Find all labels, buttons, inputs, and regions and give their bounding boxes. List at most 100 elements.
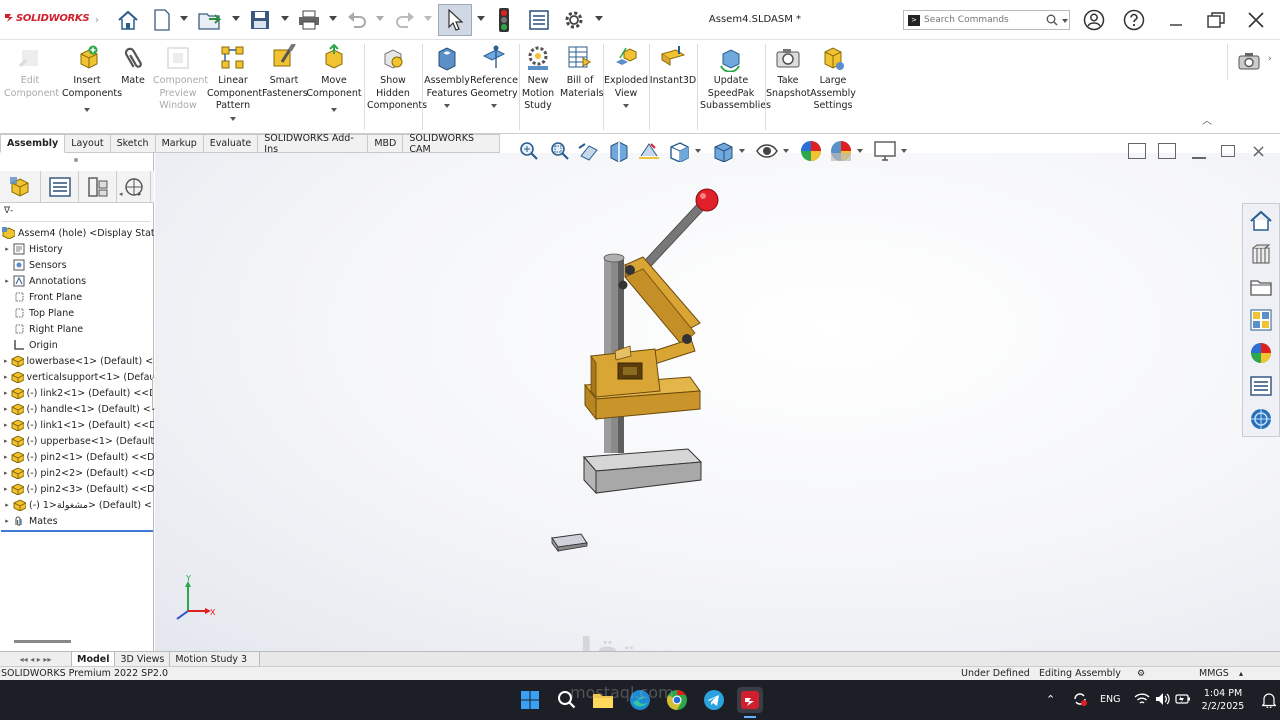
volume-icon[interactable]	[1155, 692, 1171, 709]
apply-scene-icon[interactable]	[827, 138, 855, 164]
tree-item[interactable]: ▸ (-) link1<1> (Default) <<D	[0, 417, 154, 433]
input-language-indicator[interactable]: ENG	[1100, 694, 1120, 705]
redo-dropdown-arrow[interactable]	[424, 16, 432, 21]
view-orientation-icon[interactable]	[665, 138, 693, 164]
collapse-ribbon-chevron-icon[interactable]: ︿	[1202, 112, 1212, 127]
viewport-tile-button[interactable]	[1128, 143, 1146, 159]
tab-scroll-buttons[interactable]: ◂◂ ◂ ▸ ▸▸	[0, 652, 72, 666]
assembly-features-dropdown-arrow[interactable]	[444, 104, 450, 108]
exploded-view-button[interactable]: Exploded View	[604, 44, 648, 108]
viewport-close-icon[interactable]: ×	[1251, 141, 1266, 162]
tree-item[interactable]: ▸ Annotations	[0, 273, 154, 289]
redo-button[interactable]	[392, 6, 418, 34]
edge-browser-icon[interactable]	[628, 688, 652, 712]
expand-arrow-icon[interactable]: ▸	[4, 277, 10, 285]
expand-arrow-icon[interactable]: ▸	[4, 389, 8, 397]
file-explorer-icon[interactable]	[1247, 273, 1275, 301]
exploded-view-dropdown-arrow[interactable]	[623, 104, 629, 108]
options-dropdown-arrow[interactable]	[595, 16, 603, 21]
tree-item[interactable]: Sensors	[0, 257, 154, 273]
taskbar-search-icon[interactable]	[555, 688, 579, 712]
tree-item[interactable]: ▸ (-) pin2<3> (Default) <<De	[0, 481, 154, 497]
feature-manager-tab[interactable]	[0, 171, 41, 203]
open-dropdown-arrow[interactable]	[232, 16, 240, 21]
apply-scene-dropdown-arrow[interactable]	[857, 149, 863, 153]
design-library-icon[interactable]	[1247, 240, 1275, 268]
search-icon[interactable]	[1046, 14, 1058, 29]
solidworks-taskbar-icon[interactable]	[737, 687, 763, 713]
tree-item[interactable]: ▸ (-) link2<1> (Default) <<D	[0, 385, 154, 401]
windows-start-icon[interactable]	[518, 688, 542, 712]
model-canvas[interactable]: Y X	[155, 153, 1280, 651]
horizontal-scrollbar-thumb[interactable]	[14, 640, 71, 643]
tab-solidworks-addins[interactable]: SOLIDWORKS Add-Ins	[258, 133, 369, 155]
sync-status-icon[interactable]	[1072, 691, 1088, 710]
expand-arrow-icon[interactable]: ▸	[4, 437, 8, 445]
smart-fasteners-button[interactable]: Smart Fasteners	[262, 44, 308, 100]
rebuild-status-icon[interactable]: ⚙	[1137, 669, 1199, 679]
minimize-window-button[interactable]	[1163, 8, 1189, 32]
link1-part[interactable]	[624, 256, 701, 347]
tree-root-assembly[interactable]: Assem4 (hole) <Display State-	[0, 225, 154, 241]
new-dropdown-arrow[interactable]	[180, 16, 188, 21]
tree-item[interactable]: ▸ verticalsupport<1> (Defaul	[0, 369, 154, 385]
upperbase-part[interactable]	[584, 345, 701, 421]
panel-grip-dot[interactable]	[74, 158, 78, 162]
show-hidden-components-button[interactable]: Show Hidden Components	[366, 44, 427, 113]
edit-component-button[interactable]: Edit Component	[4, 44, 59, 100]
tab-mbd[interactable]: MBD	[368, 134, 404, 153]
restore-window-button[interactable]	[1203, 8, 1229, 32]
tree-item[interactable]: ▸ (-) pin2<2> (Default) <<De	[0, 465, 154, 481]
undo-dropdown-arrow[interactable]	[376, 16, 384, 21]
tab-scroll-left-arrow[interactable]: ◂	[119, 190, 123, 198]
logo-menu-arrow[interactable]: ›	[94, 6, 100, 34]
tree-item[interactable]: ▸ (-) handle<1> (Default) <<	[0, 401, 154, 417]
search-dropdown-arrow[interactable]	[1062, 19, 1068, 23]
configuration-manager-tab[interactable]	[79, 171, 117, 203]
close-window-button[interactable]	[1243, 8, 1269, 32]
bill-of-materials-button[interactable]: Bill of Materials	[558, 44, 604, 100]
display-style-icon[interactable]	[709, 138, 737, 164]
viewport-minimize-button[interactable]	[1192, 157, 1206, 159]
expand-arrow-icon[interactable]: ▸	[4, 453, 8, 461]
tree-item[interactable]: ▸ History	[0, 241, 154, 257]
update-speedpak-button[interactable]: Update SpeedPak Subassemblies	[698, 44, 771, 113]
large-assembly-settings-button[interactable]: Large Assembly Settings	[810, 44, 856, 113]
component-preview-window-button[interactable]: Component Preview Window	[150, 44, 208, 113]
zoom-to-fit-icon[interactable]	[515, 138, 543, 164]
file-explorer-folder-icon[interactable]	[591, 688, 615, 712]
units-dropdown-arrow[interactable]: ▴	[1239, 669, 1251, 678]
tab-solidworks-cam[interactable]: SOLIDWORKS CAM	[403, 133, 500, 155]
units-system-selector[interactable]: MMGS	[1199, 668, 1239, 679]
expand-arrow-icon[interactable]: ▸	[4, 501, 10, 509]
search-input[interactable]	[924, 15, 1044, 25]
tab-motion-study-3[interactable]: Motion Study 3	[170, 652, 261, 666]
insert-components-dropdown-arrow[interactable]	[84, 108, 90, 112]
solidworks-forum-icon[interactable]	[1247, 405, 1275, 433]
graphics-area[interactable]: Y X × مستقل	[155, 141, 1280, 674]
help-icon[interactable]	[1121, 8, 1147, 32]
battery-icon[interactable]	[1175, 692, 1191, 709]
previous-view-icon[interactable]	[575, 138, 603, 164]
save-dropdown-arrow[interactable]	[281, 16, 289, 21]
tab-evaluate[interactable]: Evaluate	[203, 134, 259, 153]
lowerbase-part[interactable]	[582, 448, 703, 495]
tab-3d-views[interactable]: 3D Views	[115, 652, 171, 666]
dimxpert-tab[interactable]: ◂ ▸	[117, 171, 151, 203]
tab-scroll-right-arrow[interactable]: ▸	[138, 190, 142, 198]
loose-part[interactable]	[551, 533, 588, 553]
expand-arrow-icon[interactable]: ▸	[4, 373, 8, 381]
expand-arrow-icon[interactable]: ▸	[4, 517, 10, 525]
linear-pattern-dropdown-arrow[interactable]	[230, 116, 236, 121]
camera-flyout-button[interactable]: ›	[1227, 44, 1280, 80]
tree-item[interactable]: ▸ (-) pin2<1> (Default) <<De	[0, 449, 154, 465]
expand-arrow-icon[interactable]: ▸	[4, 469, 8, 477]
tab-assembly[interactable]: Assembly	[0, 134, 66, 153]
select-dropdown-arrow[interactable]	[477, 16, 485, 21]
reference-geometry-dropdown-arrow[interactable]	[491, 104, 497, 108]
tree-item[interactable]: ▸ (-) upperbase<1> (Default)	[0, 433, 154, 449]
solidworks-resources-home-icon[interactable]	[1247, 207, 1275, 235]
property-manager-tab[interactable]	[41, 171, 79, 203]
expand-arrow-icon[interactable]: ▸	[4, 405, 8, 413]
section-view-icon[interactable]	[605, 138, 633, 164]
